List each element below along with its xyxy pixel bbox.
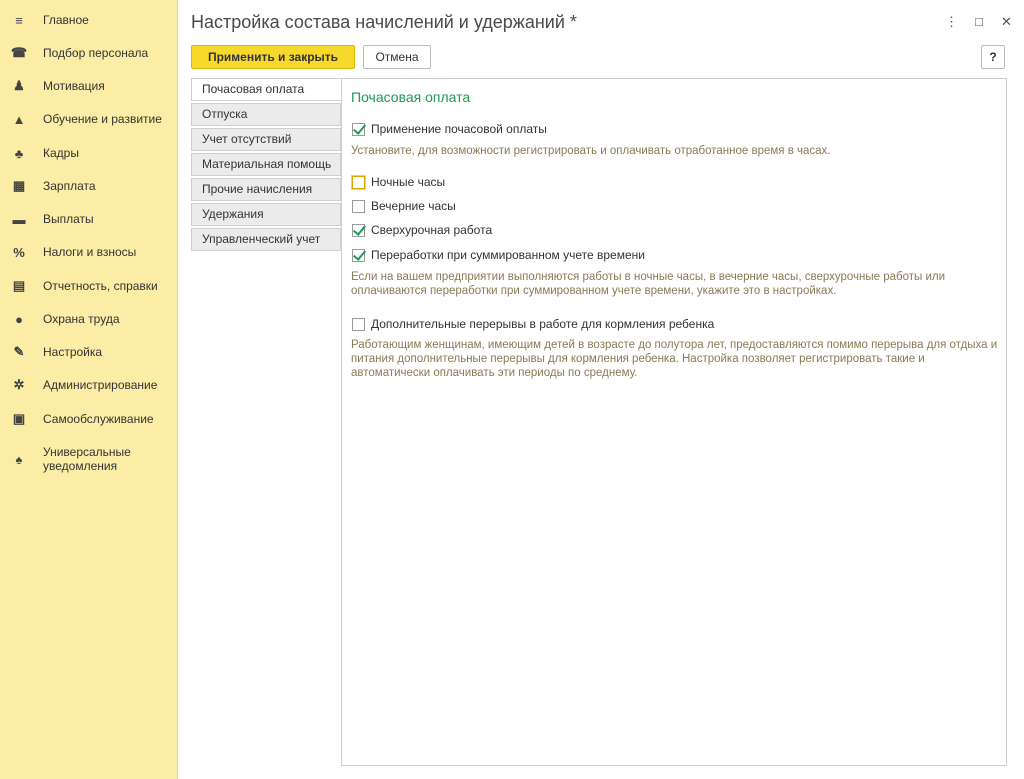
sidebar-item-salary[interactable]: ▦ Зарплата [0, 177, 178, 195]
sidebar: ≡ Главное ☎ Подбор персонала ♟ Мотивация… [0, 0, 178, 779]
sidebar-item-label: Обучение и развитие [43, 112, 162, 126]
wrench-icon: ✎ [13, 344, 25, 359]
sidebar-item-label: Универсальные уведомления [43, 445, 131, 473]
evening-hours-checkbox[interactable]: Вечерние часы [352, 199, 456, 213]
checkbox-box[interactable] [352, 199, 365, 213]
sidebar-item-self-service[interactable]: ▣ Самообслуживание [0, 410, 178, 428]
checkbox-label: Сверхурочная работа [371, 223, 493, 237]
sidebar-item-label: Зарплата [43, 179, 96, 193]
checkbox-box[interactable] [352, 248, 365, 262]
checkbox-label: Вечерние часы [371, 199, 456, 213]
report-icon: ▤ [12, 278, 26, 293]
percent-icon: % [13, 244, 25, 260]
sidebar-item-label: Настройка [43, 345, 103, 359]
overtime-checkbox[interactable]: Сверхурочная работа [352, 223, 492, 237]
self-service-icon: ▣ [12, 411, 26, 426]
hourly-pay-checkbox[interactable]: Применение почасовой оплаты [352, 122, 547, 136]
checkbox-label: Переработки при суммированном учете врем… [371, 248, 645, 262]
tab-absences[interactable]: Учет отсутствий [191, 128, 341, 151]
sidebar-item-settings[interactable]: ✎ Настройка [0, 343, 178, 361]
sidebar-item-label: Отчетность, справки [43, 279, 158, 293]
users-icon: ♣ [14, 145, 24, 161]
bell-icon: ♠ [15, 451, 23, 467]
sidebar-item-label: Главное [43, 13, 89, 27]
menu-icon: ≡ [15, 12, 23, 28]
help-button[interactable]: ? [981, 45, 1005, 69]
summed-overtime-checkbox[interactable]: Переработки при суммированном учете врем… [352, 248, 645, 262]
sidebar-item-personnel[interactable]: ♣ Кадры [0, 144, 178, 162]
tab-hourly-pay[interactable]: Почасовая оплата [191, 78, 341, 101]
tab-management-accounting[interactable]: Управленческий учет [191, 228, 341, 251]
tab-material-aid[interactable]: Материальная помощь [191, 153, 341, 176]
sidebar-item-label: Администрирование [43, 378, 158, 392]
tab-deductions[interactable]: Удержания [191, 203, 341, 226]
maximize-icon[interactable]: □ [975, 14, 983, 29]
tab-other-accruals[interactable]: Прочие начисления [191, 178, 341, 201]
sidebar-item-label: Кадры [43, 146, 79, 160]
cancel-button[interactable]: Отмена [363, 45, 431, 69]
overtime-hint: Если на вашем предприятии выполняются ра… [351, 271, 946, 297]
window-title: Настройка состава начислений и удержаний… [191, 12, 577, 32]
apply-and-close-button[interactable]: Применить и закрыть [191, 45, 355, 69]
sidebar-item-label: Подбор персонала [43, 46, 149, 60]
close-icon[interactable]: ✕ [1001, 14, 1012, 30]
sidebar-item-training[interactable]: ▲ Обучение и развитие [0, 110, 178, 128]
checkbox-box[interactable] [352, 122, 365, 136]
sidebar-item-main[interactable]: ≡ Главное [0, 11, 178, 29]
sidebar-item-motivation[interactable]: ♟ Мотивация [0, 77, 178, 95]
checkbox-box[interactable] [352, 223, 365, 237]
sidebar-item-taxes[interactable]: % Налоги и взносы [0, 243, 178, 261]
tab-vacations[interactable]: Отпуска [191, 103, 341, 126]
graduation-cap-icon: ▲ [12, 111, 26, 127]
checkbox-box[interactable] [352, 175, 365, 189]
people-icon: ♟ [13, 78, 25, 93]
sidebar-item-reports[interactable]: ▤ Отчетность, справки [0, 277, 178, 295]
more-icon[interactable]: ⋮ [945, 14, 958, 30]
card-icon: ▬ [12, 211, 26, 227]
helmet-icon: ● [15, 311, 23, 327]
sidebar-item-label: Налоги и взносы [43, 245, 137, 259]
sidebar-item-notifications[interactable]: ♠ Универсальные уведомления [0, 444, 178, 476]
sidebar-item-label: Мотивация [43, 79, 105, 93]
hourly-pay-hint: Установите, для возможности регистрирова… [351, 145, 831, 157]
settings-window: Настройка состава начислений и удержаний… [179, 0, 1024, 779]
gear-icon: ✲ [13, 377, 25, 392]
night-hours-checkbox[interactable]: Ночные часы [352, 175, 445, 189]
calculator-icon: ▦ [12, 178, 26, 193]
feeding-breaks-hint: Работающим женщинам, имеющим детей в воз… [351, 339, 998, 379]
checkbox-label: Дополнительные перерывы в работе для кор… [371, 317, 715, 331]
checkbox-label: Применение почасовой оплаты [371, 122, 547, 136]
sidebar-item-label: Выплаты [43, 212, 94, 226]
feeding-breaks-checkbox[interactable]: Дополнительные перерывы в работе для кор… [352, 317, 714, 331]
sidebar-item-label: Самообслуживание [43, 412, 154, 426]
tab-content-panel: Почасовая оплата Применение почасовой оп… [341, 78, 1007, 766]
sidebar-item-labor-safety[interactable]: ● Охрана труда [0, 310, 178, 328]
section-title: Почасовая оплата [351, 89, 471, 105]
checkbox-box[interactable] [352, 317, 365, 331]
sidebar-item-label: Охрана труда [43, 312, 120, 326]
sidebar-item-payments[interactable]: ▬ Выплаты [0, 210, 178, 228]
sidebar-item-administration[interactable]: ✲ Администрирование [0, 376, 178, 394]
headset-icon: ☎ [10, 45, 28, 60]
checkbox-label: Ночные часы [371, 175, 446, 189]
sidebar-item-recruiting[interactable]: ☎ Подбор персонала [0, 44, 178, 62]
